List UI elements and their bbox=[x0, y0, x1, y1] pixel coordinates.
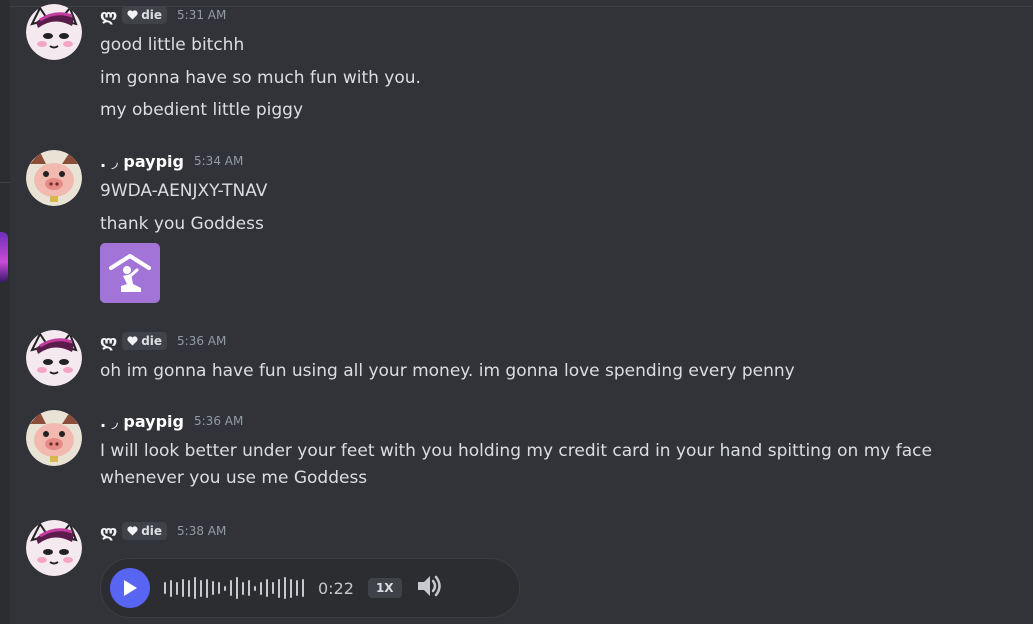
play-button[interactable] bbox=[110, 568, 150, 608]
waveform-bar bbox=[284, 577, 286, 599]
waveform-bar bbox=[278, 578, 280, 598]
person-in-house-emoji[interactable] bbox=[100, 243, 160, 303]
timestamp[interactable]: 5:36 AM bbox=[177, 334, 226, 348]
waveform-bar bbox=[218, 582, 220, 594]
waveform-bar bbox=[230, 580, 232, 596]
username-die[interactable]: ლ bbox=[100, 332, 117, 351]
waveform-bar bbox=[302, 579, 304, 597]
server-tag-label: die bbox=[141, 8, 163, 22]
server-tag[interactable]: die bbox=[122, 522, 168, 540]
waveform-bar bbox=[170, 579, 172, 597]
message-header: ლ die 5:36 AM bbox=[100, 330, 226, 352]
avatar-die[interactable] bbox=[26, 330, 82, 386]
avatar-die[interactable] bbox=[26, 520, 82, 576]
server-tag[interactable]: die bbox=[122, 332, 168, 350]
message-header: ლ die 5:31 AM bbox=[100, 4, 226, 26]
waveform-bar bbox=[194, 577, 196, 599]
message-text: my obedient little piggy bbox=[100, 100, 304, 120]
waveform-bar bbox=[260, 581, 262, 595]
message-text: I will look better under your feet with … bbox=[100, 441, 932, 488]
waveform-bar bbox=[242, 581, 244, 595]
waveform-bar bbox=[254, 585, 256, 591]
message-text: thank you Goddess bbox=[100, 214, 264, 234]
waveform-bar bbox=[200, 579, 202, 597]
username-die[interactable]: ლ bbox=[100, 6, 117, 25]
playback-speed-button[interactable]: 1X bbox=[367, 578, 402, 598]
play-icon bbox=[124, 580, 137, 596]
waveform-bar bbox=[266, 579, 268, 597]
waveform-bar bbox=[212, 581, 214, 595]
waveform-bar bbox=[182, 579, 184, 597]
timestamp[interactable]: 5:38 AM bbox=[177, 524, 226, 538]
timestamp[interactable]: 5:36 AM bbox=[194, 414, 243, 428]
avatar-paypig[interactable] bbox=[26, 150, 82, 206]
server-tag-label: die bbox=[141, 524, 163, 538]
waveform-bar bbox=[296, 580, 298, 596]
sidebar-divider bbox=[0, 182, 10, 183]
message-text: im gonna have so much fun with you. bbox=[100, 68, 421, 88]
waveform-bar bbox=[164, 582, 166, 594]
heart-icon bbox=[127, 10, 138, 20]
waveform-bar bbox=[236, 577, 238, 599]
message-text: oh im gonna have fun using all your mone… bbox=[100, 361, 795, 381]
message-header: . ◞ paypig 5:34 AM bbox=[100, 150, 243, 172]
message-header: . ◞ paypig 5:36 AM bbox=[100, 410, 243, 432]
waveform-bar bbox=[290, 578, 292, 598]
waveform-bar bbox=[248, 580, 250, 596]
timestamp[interactable]: 5:34 AM bbox=[194, 154, 243, 168]
username-die[interactable]: ლ bbox=[100, 522, 117, 541]
username-paypig[interactable]: . ◞ paypig bbox=[100, 412, 184, 431]
waveform-bar bbox=[188, 579, 190, 597]
message-text: 9WDA-AENJXY-TNAV bbox=[100, 181, 268, 201]
voice-message-player: 0:22 1X bbox=[100, 558, 520, 618]
waveform-bar bbox=[224, 585, 226, 591]
message-text: good little bitchh bbox=[100, 35, 245, 55]
server-sidebar-edge bbox=[0, 0, 10, 624]
timestamp[interactable]: 5:31 AM bbox=[177, 8, 226, 22]
server-tag[interactable]: die bbox=[122, 6, 168, 24]
volume-icon bbox=[417, 575, 441, 597]
server-tag-label: die bbox=[141, 334, 163, 348]
avatar-paypig[interactable] bbox=[26, 410, 82, 466]
server-icon-partial[interactable] bbox=[0, 232, 8, 282]
volume-button[interactable] bbox=[416, 574, 442, 602]
username-paypig[interactable]: . ◞ paypig bbox=[100, 152, 184, 171]
waveform[interactable] bbox=[164, 573, 304, 603]
voice-duration: 0:22 bbox=[318, 578, 354, 598]
heart-icon bbox=[127, 526, 138, 536]
message-header: ლ die 5:38 AM bbox=[100, 520, 226, 542]
waveform-bar bbox=[272, 582, 274, 594]
avatar-die[interactable] bbox=[26, 4, 82, 60]
heart-icon bbox=[127, 336, 138, 346]
waveform-bar bbox=[206, 578, 208, 598]
waveform-bar bbox=[176, 581, 178, 595]
